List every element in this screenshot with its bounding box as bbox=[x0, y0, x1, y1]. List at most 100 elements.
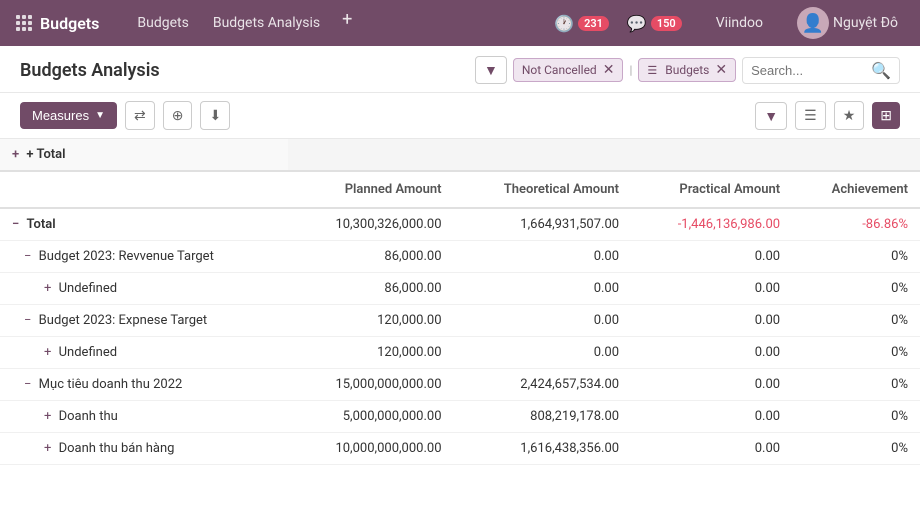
expand-icon[interactable]: + bbox=[44, 345, 55, 360]
planned-amount: 15,000,000,000.00 bbox=[288, 369, 454, 401]
achievement: 0% bbox=[792, 433, 920, 465]
collapse-icon[interactable]: − bbox=[24, 377, 35, 392]
practical-amount: -1,446,136,986.00 bbox=[631, 208, 792, 241]
theoretical-amount: 0.00 bbox=[454, 305, 632, 337]
column-headers: Planned Amount Theoretical Amount Practi… bbox=[0, 171, 920, 208]
collapse-icon[interactable]: − bbox=[24, 313, 35, 328]
message-count: 150 bbox=[651, 16, 682, 31]
planned-amount: 86,000.00 bbox=[288, 273, 454, 305]
grid-icon bbox=[16, 15, 32, 31]
practical-amount: 0.00 bbox=[631, 337, 792, 369]
theoretical-amount: 2,424,657,534.00 bbox=[454, 369, 632, 401]
table-row: − Budget 2023: Revvenue Target86,000.000… bbox=[0, 241, 920, 273]
table-row: + Doanh thu5,000,000,000.00808,219,178.0… bbox=[0, 401, 920, 433]
filter-bar: ▼ Not Cancelled ✕ | ☰ Budgets ✕ 🔍 bbox=[475, 56, 900, 84]
achievement: 0% bbox=[792, 273, 920, 305]
toolbar-group-button[interactable]: ☰ bbox=[795, 101, 826, 130]
theoretical-amount: 0.00 bbox=[454, 241, 632, 273]
budgets-filter[interactable]: ☰ Budgets ✕ bbox=[638, 58, 736, 82]
username: Nguyệt Đô bbox=[833, 15, 898, 31]
row-label: − Budget 2023: Expnese Target bbox=[0, 305, 288, 337]
toolbar-right: ▼ ☰ ★ ⊞ bbox=[755, 101, 900, 130]
achievement: 0% bbox=[792, 369, 920, 401]
theoretical-amount: 808,219,178.00 bbox=[454, 401, 632, 433]
measures-caret: ▼ bbox=[95, 110, 105, 121]
toolbar-fav-button[interactable]: ★ bbox=[834, 101, 865, 130]
expand-icon[interactable]: + bbox=[44, 441, 55, 456]
planned-amount: 10,000,000,000.00 bbox=[288, 433, 454, 465]
practical-amount: 0.00 bbox=[631, 369, 792, 401]
table-container: + + Total Planned Amount Theoretical Amo… bbox=[0, 139, 920, 465]
toolbar-filter-button[interactable]: ▼ bbox=[755, 102, 787, 130]
table-row: + Undefined86,000.000.000.000% bbox=[0, 273, 920, 305]
table-row: + Doanh thu bán hàng10,000,000,000.001,6… bbox=[0, 433, 920, 465]
planned-amount: 86,000.00 bbox=[288, 241, 454, 273]
not-cancelled-label: Not Cancelled bbox=[522, 63, 597, 77]
col-header-practical: Practical Amount bbox=[631, 171, 792, 208]
planned-amount: 10,300,326,000.00 bbox=[288, 208, 454, 241]
measures-label: Measures bbox=[32, 108, 89, 123]
achievement: 0% bbox=[792, 241, 920, 273]
collapse-icon[interactable]: − bbox=[12, 217, 23, 232]
budgets-remove[interactable]: ✕ bbox=[715, 62, 727, 78]
planned-amount: 5,000,000,000.00 bbox=[288, 401, 454, 433]
filter-button[interactable]: ▼ bbox=[475, 56, 507, 84]
planned-amount: 120,000.00 bbox=[288, 305, 454, 337]
nav-add-button[interactable]: + bbox=[334, 9, 360, 37]
theoretical-amount: 1,616,438,356.00 bbox=[454, 433, 632, 465]
top-navigation: Budgets Budgets Budgets Analysis + 🕐 231… bbox=[0, 0, 920, 46]
total-header-cell: + + Total bbox=[0, 139, 288, 171]
theoretical-amount: 1,664,931,507.00 bbox=[454, 208, 632, 241]
table-row: + Undefined120,000.000.000.000% bbox=[0, 337, 920, 369]
user-avatar: 👤 bbox=[797, 7, 829, 39]
not-cancelled-filter[interactable]: Not Cancelled ✕ bbox=[513, 58, 624, 82]
row-label: − Mục tiêu doanh thu 2022 bbox=[0, 369, 288, 401]
col-header-achievement: Achievement bbox=[792, 171, 920, 208]
chat-icon: 💬 bbox=[627, 14, 647, 33]
budgets-label: Budgets bbox=[665, 63, 709, 77]
not-cancelled-remove[interactable]: ✕ bbox=[603, 62, 615, 78]
table-row: − Mục tiêu doanh thu 202215,000,000,000.… bbox=[0, 369, 920, 401]
pivot-view-button[interactable]: ⊞ bbox=[872, 102, 900, 129]
nav-budgets-analysis[interactable]: Budgets Analysis bbox=[203, 9, 330, 37]
row-label: − Budget 2023: Revvenue Target bbox=[0, 241, 288, 273]
nav-budgets[interactable]: Budgets bbox=[127, 9, 198, 37]
expand-button[interactable]: ⊕ bbox=[163, 101, 193, 130]
total-label: + Total bbox=[26, 147, 65, 162]
table-row: − Budget 2023: Expnese Target120,000.000… bbox=[0, 305, 920, 337]
app-logo[interactable]: Budgets bbox=[16, 14, 99, 33]
row-label: + Undefined bbox=[0, 337, 288, 369]
table-row: − Total10,300,326,000.001,664,931,507.00… bbox=[0, 208, 920, 241]
practical-amount: 0.00 bbox=[631, 305, 792, 337]
practical-amount: 0.00 bbox=[631, 241, 792, 273]
download-button[interactable]: ⬇ bbox=[200, 101, 230, 130]
filter-separator: | bbox=[629, 63, 632, 77]
measures-button[interactable]: Measures ▼ bbox=[20, 102, 117, 129]
theoretical-amount: 0.00 bbox=[454, 273, 632, 305]
practical-amount: 0.00 bbox=[631, 273, 792, 305]
message-badge[interactable]: 💬 150 bbox=[621, 10, 688, 37]
expand-icon[interactable]: + bbox=[44, 281, 55, 296]
notification-group: 🕐 231 💬 150 bbox=[548, 10, 688, 37]
budgets-table: + + Total Planned Amount Theoretical Amo… bbox=[0, 139, 920, 465]
clock-icon: 🕐 bbox=[554, 14, 574, 33]
expand-icon[interactable]: + bbox=[44, 409, 55, 424]
search-icon[interactable]: 🔍 bbox=[871, 61, 891, 80]
app-title: Budgets bbox=[40, 14, 99, 33]
toolbar: Measures ▼ ⇄ ⊕ ⬇ ▼ ☰ ★ ⊞ bbox=[0, 93, 920, 139]
col-header-planned: Planned Amount bbox=[288, 171, 454, 208]
practical-amount: 0.00 bbox=[631, 401, 792, 433]
page-header-row: Budgets Analysis ▼ Not Cancelled ✕ | ☰ B… bbox=[0, 46, 920, 93]
user-menu[interactable]: 👤 Nguyệt Đô bbox=[791, 3, 904, 43]
company-name[interactable]: Viindoo bbox=[708, 11, 771, 35]
search-box[interactable]: 🔍 bbox=[742, 57, 900, 84]
toolbar-left: Measures ▼ ⇄ ⊕ ⬇ bbox=[20, 101, 230, 130]
practical-amount: 0.00 bbox=[631, 433, 792, 465]
col-header-label bbox=[0, 171, 288, 208]
collapse-icon[interactable]: − bbox=[24, 249, 35, 264]
activity-badge[interactable]: 🕐 231 bbox=[548, 10, 615, 37]
activity-count: 231 bbox=[578, 16, 609, 31]
page-title: Budgets Analysis bbox=[20, 60, 160, 81]
swap-button[interactable]: ⇄ bbox=[125, 101, 155, 130]
search-input[interactable] bbox=[751, 63, 871, 78]
